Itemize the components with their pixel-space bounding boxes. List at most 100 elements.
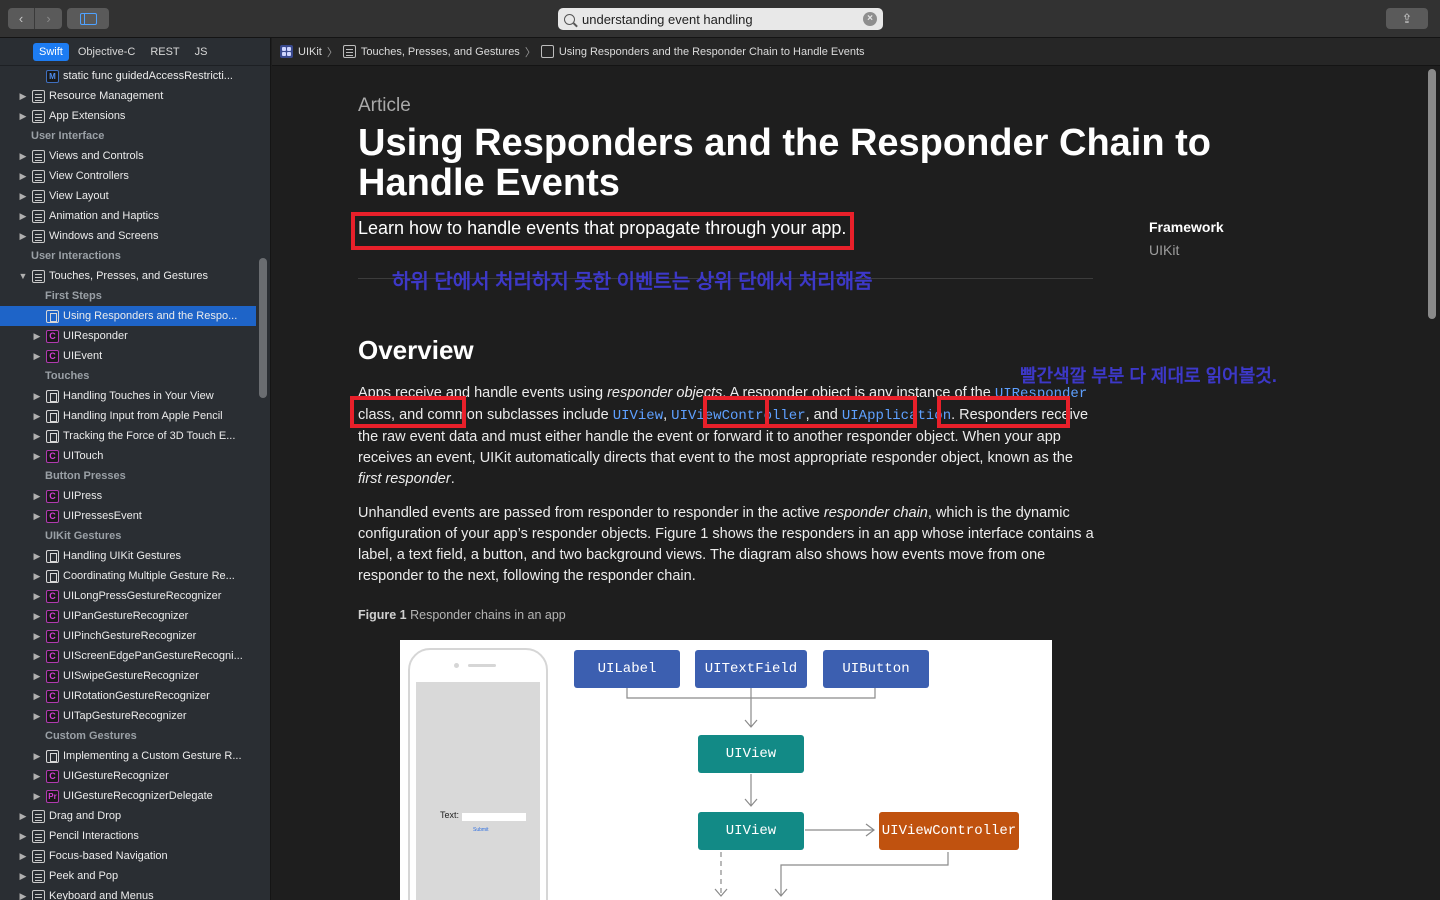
disclosure-icon[interactable]: ▶ — [32, 631, 42, 642]
breadcrumb-uikit[interactable]: UIKit — [280, 45, 322, 58]
disclosure-icon[interactable]: ▶ — [18, 91, 28, 102]
sidebar-item[interactable]: ▶ Drag and Drop — [0, 806, 256, 826]
sidebar-item[interactable]: ▶ Implementing a Custom Gesture R... — [0, 746, 256, 766]
sidebar-item[interactable]: ▶ Keyboard and Menus — [0, 886, 256, 900]
collection-icon — [342, 45, 356, 58]
forward-button[interactable]: › — [35, 8, 62, 29]
disclosure-icon[interactable]: ▶ — [32, 411, 42, 422]
disclosure-icon[interactable]: ▶ — [18, 171, 28, 182]
disclosure-icon[interactable]: ▶ — [32, 791, 42, 802]
breadcrumb-touches[interactable]: Touches, Presses, and Gestures — [342, 45, 520, 58]
sidebar-item[interactable]: ▶ C UIRotationGestureRecognizer — [0, 686, 256, 706]
sidebar-item[interactable]: ▶ Views and Controls — [0, 146, 256, 166]
class-icon: C — [46, 449, 59, 463]
disclosure-icon[interactable]: ▶ — [18, 211, 28, 222]
sidebar-item[interactable]: ▶ View Controllers — [0, 166, 256, 186]
sidebar-item[interactable]: ▶ C UIPressesEvent — [0, 506, 256, 526]
disclosure-icon[interactable]: ▶ — [32, 691, 42, 702]
article-icon — [46, 429, 59, 443]
sidebar-item-label: UIPanGestureRecognizer — [63, 610, 189, 622]
sidebar-item[interactable]: ▶ Animation and Haptics — [0, 206, 256, 226]
disclosure-icon[interactable]: ▶ — [18, 151, 28, 162]
disclosure-icon[interactable]: ▶ — [32, 591, 42, 602]
sidebar-item-label: UIPressesEvent — [63, 510, 142, 522]
class-icon: C — [46, 769, 59, 783]
lang-objc[interactable]: Objective-C — [72, 43, 141, 61]
disclosure-icon[interactable]: ▶ — [32, 611, 42, 622]
sidebar-item[interactable]: ▶ C UIPress — [0, 486, 256, 506]
sidebar-item-label: Using Responders and the Respo... — [63, 310, 238, 322]
search-field[interactable]: understanding event handling × — [558, 8, 883, 30]
sidebar-item[interactable]: ▶ Windows and Screens — [0, 226, 256, 246]
disclosure-icon[interactable]: ▶ — [18, 831, 28, 842]
disclosure-icon[interactable]: ▶ — [32, 431, 42, 442]
disclosure-icon[interactable]: ▶ — [18, 871, 28, 882]
back-button[interactable]: ‹ — [8, 8, 35, 29]
disclosure-icon[interactable]: ▶ — [32, 331, 42, 342]
sidebar-section-header: User Interface — [0, 126, 256, 146]
sidebar-item[interactable]: ▶ Handling Touches in Your View — [0, 386, 256, 406]
lang-js[interactable]: JS — [189, 43, 214, 61]
search-input[interactable]: understanding event handling — [582, 12, 863, 27]
sidebar-section-header: First Steps — [0, 286, 256, 306]
node-uiview-outer: UIView — [698, 812, 804, 850]
sidebar-item[interactable]: ▶ C UILongPressGestureRecognizer — [0, 586, 256, 606]
clear-search-icon[interactable]: × — [863, 12, 877, 26]
disclosure-icon[interactable]: ▶ — [32, 491, 42, 502]
sidebar-item[interactable]: Using Responders and the Respo... — [0, 306, 256, 326]
class-icon: C — [46, 649, 59, 663]
sidebar-item[interactable]: ▶ Resource Management — [0, 86, 256, 106]
sidebar-item[interactable]: ▶ C UIEvent — [0, 346, 256, 366]
sidebar-item[interactable]: ▶ C UIResponder — [0, 326, 256, 346]
disclosure-icon[interactable]: ▶ — [18, 231, 28, 242]
sidebar-item[interactable]: ▶ Focus-based Navigation — [0, 846, 256, 866]
sidebar-item[interactable]: ▶ Handling UIKit Gestures — [0, 546, 256, 566]
sidebar-toggle-button[interactable] — [67, 8, 109, 29]
disclosure-icon[interactable]: ▶ — [18, 111, 28, 122]
share-button[interactable]: ⇪ — [1386, 8, 1428, 29]
sidebar-item[interactable]: ▶ Coordinating Multiple Gesture Re... — [0, 566, 256, 586]
sidebar-item[interactable]: ▶ C UIPinchGestureRecognizer — [0, 626, 256, 646]
disclosure-icon[interactable]: ▶ — [18, 851, 28, 862]
sidebar-item[interactable]: ▶ App Extensions — [0, 106, 256, 126]
sidebar-item[interactable]: ▶ View Layout — [0, 186, 256, 206]
disclosure-icon[interactable]: ▶ — [32, 351, 42, 362]
breadcrumb-article[interactable]: Using Responders and the Responder Chain… — [540, 45, 865, 58]
article-icon — [46, 389, 59, 403]
sidebar-item[interactable]: ▶ Peek and Pop — [0, 866, 256, 886]
disclosure-icon[interactable]: ▶ — [18, 891, 28, 900]
sidebar-item-label: Windows and Screens — [49, 230, 159, 242]
link-uiview[interactable]: UIView — [613, 408, 663, 424]
sidebar-item[interactable]: ▶ C UIPanGestureRecognizer — [0, 606, 256, 626]
sidebar-item[interactable]: ▶ C UITapGestureRecognizer — [0, 706, 256, 726]
sidebar-item[interactable]: Mstatic func guidedAccessRestricti... — [0, 66, 256, 86]
disclosure-icon[interactable]: ▶ — [32, 391, 42, 402]
sidebar-item[interactable]: ▶ Tracking the Force of 3D Touch E... — [0, 426, 256, 446]
sidebar-scrollbar[interactable] — [259, 258, 267, 398]
disclosure-icon[interactable]: ▶ — [32, 771, 42, 782]
disclosure-icon[interactable]: ▶ — [32, 511, 42, 522]
sidebar-item[interactable]: ▼ Touches, Presses, and Gestures — [0, 266, 256, 286]
sidebar-item[interactable]: ▶ Pr UIGestureRecognizerDelegate — [0, 786, 256, 806]
disclosure-icon[interactable]: ▶ — [32, 751, 42, 762]
article-icon — [46, 309, 59, 323]
framework-link[interactable]: UIKit — [1149, 242, 1179, 258]
disclosure-icon[interactable]: ▶ — [32, 651, 42, 662]
disclosure-icon[interactable]: ▶ — [32, 671, 42, 682]
lang-rest[interactable]: REST — [144, 43, 185, 61]
disclosure-icon[interactable]: ▶ — [18, 811, 28, 822]
lang-swift[interactable]: Swift — [33, 42, 69, 61]
disclosure-icon[interactable]: ▶ — [18, 191, 28, 202]
disclosure-icon[interactable]: ▶ — [32, 451, 42, 462]
sidebar-item[interactable]: ▶ C UIScreenEdgePanGestureRecogni... — [0, 646, 256, 666]
disclosure-icon[interactable]: ▶ — [32, 551, 42, 562]
sidebar-item[interactable]: ▶ Handling Input from Apple Pencil — [0, 406, 256, 426]
content-scrollbar[interactable] — [1428, 69, 1436, 319]
disclosure-open-icon[interactable]: ▼ — [18, 271, 28, 281]
disclosure-icon[interactable]: ▶ — [32, 711, 42, 722]
sidebar-item[interactable]: ▶ C UIGestureRecognizer — [0, 766, 256, 786]
sidebar-item[interactable]: ▶ Pencil Interactions — [0, 826, 256, 846]
disclosure-icon[interactable]: ▶ — [32, 571, 42, 582]
sidebar-item[interactable]: ▶ C UITouch — [0, 446, 256, 466]
sidebar-item[interactable]: ▶ C UISwipeGestureRecognizer — [0, 666, 256, 686]
